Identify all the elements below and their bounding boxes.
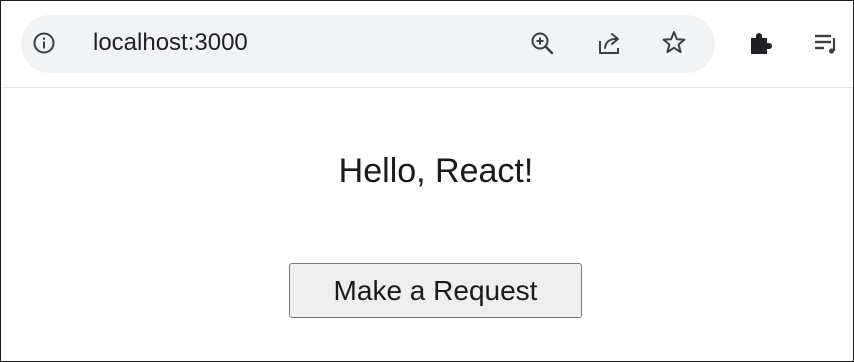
zoom-in-icon[interactable] <box>529 30 555 56</box>
page-heading: Hello, React! <box>338 152 534 190</box>
info-icon[interactable] <box>33 32 55 54</box>
page-content: Hello, React! Make a Request <box>1 88 853 361</box>
share-icon[interactable] <box>597 30 623 56</box>
extensions-puzzle-icon[interactable] <box>747 30 773 56</box>
make-request-button[interactable]: Make a Request <box>289 263 582 318</box>
reading-list-icon[interactable] <box>813 30 839 56</box>
bookmark-star-icon[interactable] <box>661 30 687 56</box>
browser-toolbar: localhost:3000 <box>1 1 853 88</box>
url-text[interactable]: localhost:3000 <box>93 28 248 58</box>
browser-window: localhost:3000 Hello, React! Make a Requ… <box>0 0 854 362</box>
